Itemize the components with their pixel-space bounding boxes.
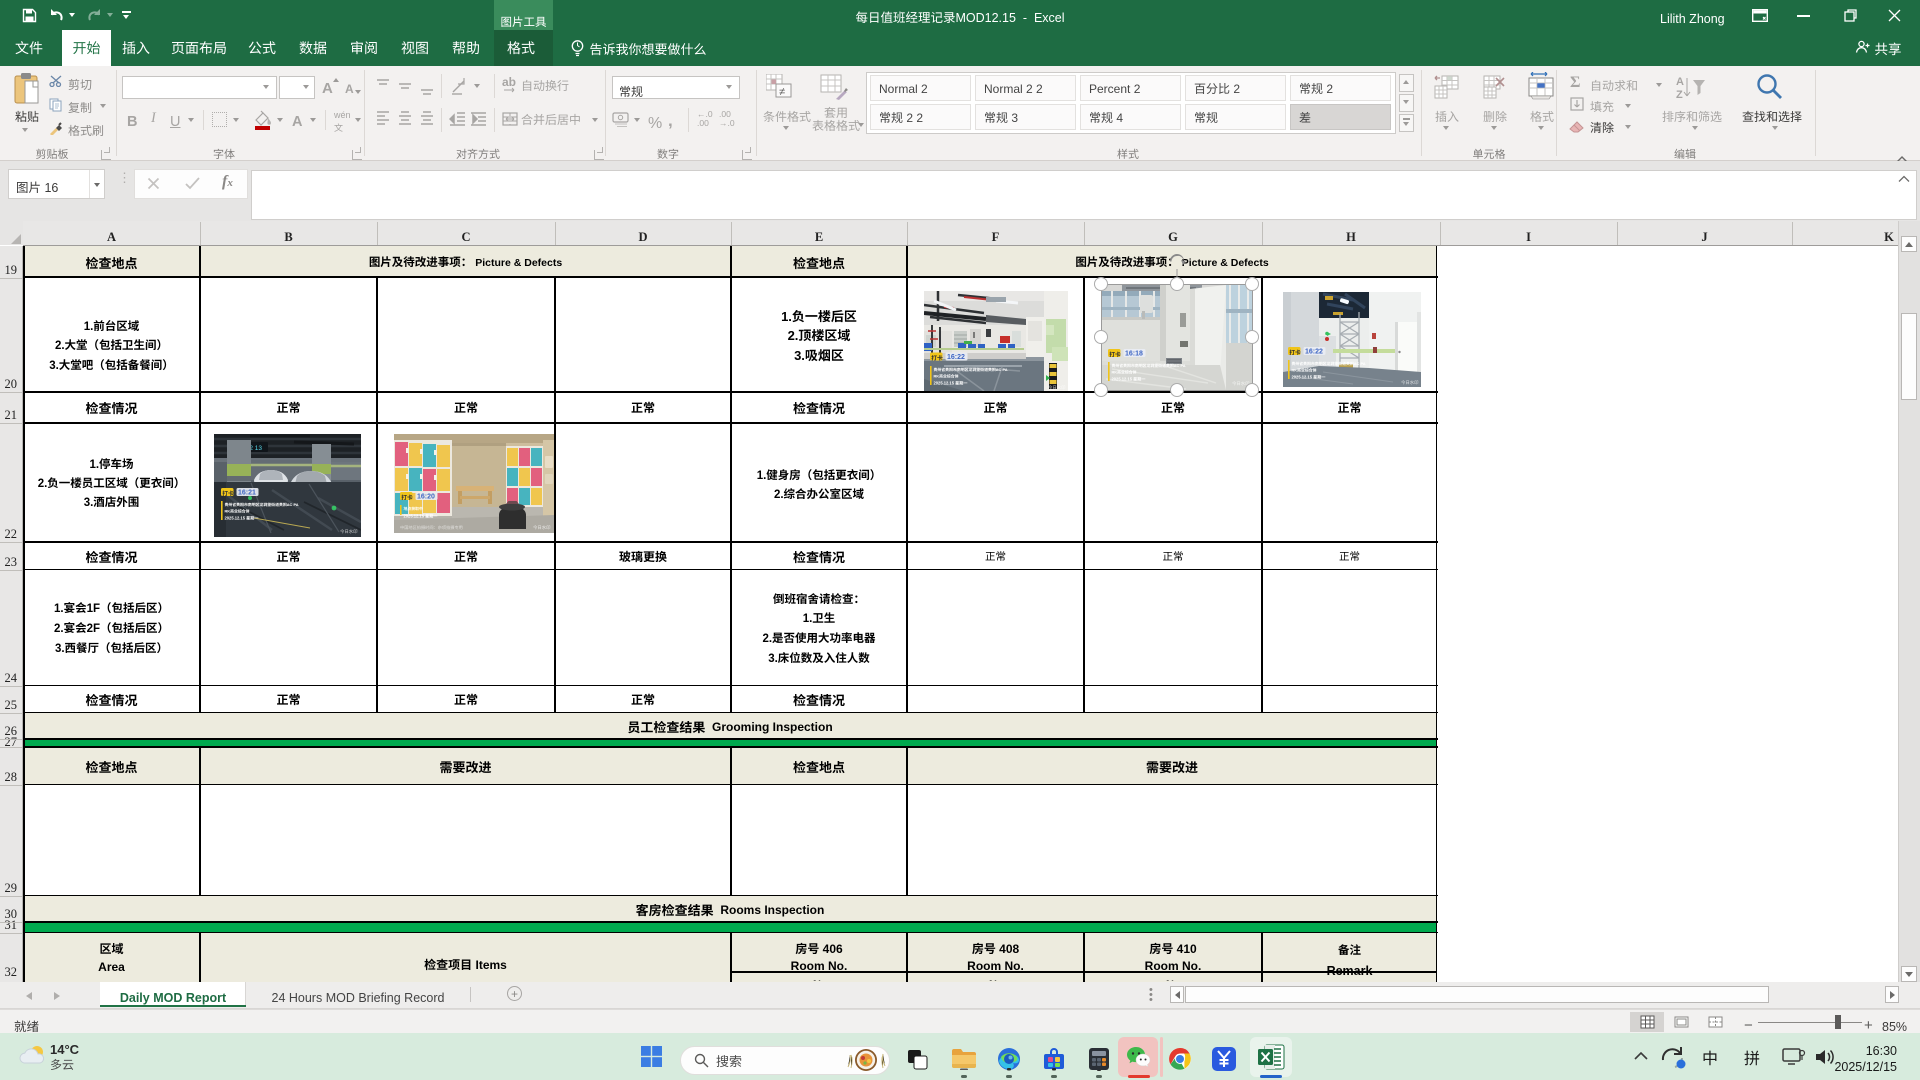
svg-text:贵州省贵阳市南明区龙洞堡街道贵阳AC PA: 贵州省贵阳市南明区龙洞堡街道贵阳AC PA	[1292, 361, 1366, 367]
svg-text:打卡: 打卡	[222, 488, 234, 497]
svg-text:16:22: 16:22	[947, 352, 965, 362]
svg-text:今日水印: 今日水印	[533, 525, 551, 531]
svg-text:ab: ab	[502, 74, 516, 90]
svg-text:贵州省贵阳市南明区龙洞堡街道贵阳AC PA: 贵州省贵阳市南明区龙洞堡街道贵阳AC PA	[225, 502, 299, 508]
svg-text:≠: ≠	[779, 83, 785, 99]
svg-text:打卡: 打卡	[1289, 347, 1301, 356]
svg-text:RK商业综合体: RK商业综合体	[934, 374, 959, 380]
svg-text:16:22: 16:22	[1305, 347, 1323, 357]
svg-text:16:20: 16:20	[417, 492, 435, 502]
svg-text:今日水印: 今日水印	[340, 529, 358, 535]
svg-text:中国地区拍摄时间：杂项拍摄专用: 中国地区拍摄时间：杂项拍摄专用	[400, 525, 463, 531]
svg-text:2025.12.15 星期一: 2025.12.15 星期一	[404, 514, 438, 520]
svg-text:今日水印: 今日水印	[1401, 380, 1419, 386]
svg-text:RK商业综合体: RK商业综合体	[1292, 368, 1317, 374]
svg-text:2025.12.15 星期一: 2025.12.15 星期一	[1292, 375, 1326, 381]
svg-text:RK商业综合体: RK商业综合体	[225, 509, 250, 515]
svg-text:贵州省贵阳市南明区龙洞堡街道贵阳AC PA: 贵州省贵阳市南明区龙洞堡街道贵阳AC PA	[934, 367, 1008, 373]
svg-text:打卡: 打卡	[401, 492, 413, 501]
svg-text:2025.12.15 星期一: 2025.12.15 星期一	[225, 516, 259, 522]
svg-text:Z: Z	[1676, 86, 1683, 102]
svg-text:2025.12.15 星期一: 2025.12.15 星期一	[934, 381, 968, 387]
svg-text:今日水印: 今日水印	[1048, 385, 1066, 391]
svg-text:地点获取中: 地点获取中	[404, 506, 424, 512]
svg-text:打卡: 打卡	[931, 353, 943, 362]
svg-text:16:21: 16:21	[238, 488, 256, 498]
